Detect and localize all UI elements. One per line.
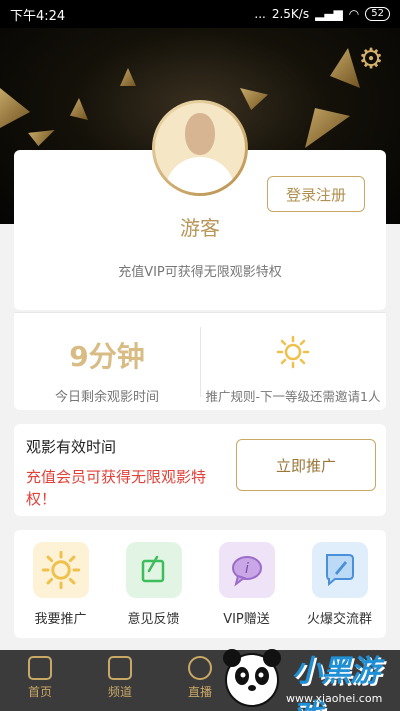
watermark: 小黑游戏 www.xiaohei.com [220, 640, 400, 711]
feature-group-chat[interactable]: 火爆交流群 [293, 542, 386, 627]
feature-feedback[interactable]: 意见反馈 [107, 542, 200, 627]
feature-promote[interactable]: 我要推广 [14, 542, 107, 627]
sun-icon [276, 335, 310, 369]
gold-shard [305, 108, 350, 148]
validity-title: 观影有效时间 [26, 438, 117, 456]
wifi-icon: ◠ [348, 7, 360, 21]
promo-rule-text: 推广规则-下一等级还需邀请1人 [205, 389, 381, 404]
gold-shard [240, 88, 268, 110]
edit-icon [125, 542, 182, 598]
remaining-time-block: 9分钟 今日剩余观影时间 [14, 313, 200, 411]
feature-label: 意见反馈 [127, 612, 180, 627]
avatar-image [155, 103, 245, 193]
tab-channels[interactable]: 频道 [85, 656, 155, 700]
username: 游客 [180, 216, 220, 240]
gold-shard [120, 68, 136, 86]
validity-card: 观影有效时间 充值会员可获得无限观影特权！ 立即推广 [14, 424, 386, 516]
status-indicators: ... 2.5K/s ▂▄▆ ◠ 52 [254, 7, 390, 21]
feature-label: VIP赠送 [223, 612, 270, 627]
status-time: 下午4:24 [10, 8, 66, 24]
remaining-minutes: 9分钟 [69, 340, 145, 373]
login-register-button[interactable]: 登录注册 [267, 176, 365, 212]
promo-rule-block[interactable]: 推广规则-下一等级还需邀请1人 [200, 313, 386, 411]
watermark-url: www.xiaohei.com [286, 692, 383, 705]
stats-card: 9分钟 今日剩余观影时间 推广规则-下一等级还需邀请1人 [14, 312, 386, 410]
tab-label: 频道 [107, 685, 132, 699]
tab-home[interactable]: 首页 [5, 656, 75, 700]
panda-logo [223, 649, 281, 707]
gear-icon[interactable]: ⚙ [356, 44, 386, 74]
avatar[interactable] [152, 100, 248, 196]
promote-now-button[interactable]: 立即推广 [236, 439, 376, 491]
feature-grid: 我要推广 意见反馈 i VIP赠送 火爆交流群 [14, 530, 386, 638]
avatar-head [185, 113, 215, 155]
avatar-body [165, 157, 235, 193]
status-dots: ... [254, 7, 266, 21]
network-speed: 2.5K/s [271, 7, 310, 21]
gold-shard [28, 124, 58, 148]
play-icon [108, 656, 132, 680]
vip-tip: 充值VIP可获得无限观影特权 [118, 265, 282, 280]
gold-shard [0, 88, 30, 128]
sun-icon [32, 542, 89, 598]
feature-label: 我要推广 [34, 612, 87, 627]
status-bar: 下午4:24 ... 2.5K/s ▂▄▆ ◠ 52 [0, 0, 400, 28]
tab-label: 首页 [27, 685, 52, 699]
gold-shard [70, 98, 88, 120]
home-icon [28, 656, 52, 680]
battery-icon: 52 [365, 7, 390, 21]
rocket-icon [311, 542, 368, 598]
svg-text:i: i [245, 561, 249, 577]
feature-vip-gift[interactable]: i VIP赠送 [200, 542, 293, 627]
compass-icon [188, 656, 212, 680]
feature-label: 火爆交流群 [306, 612, 372, 627]
chat-icon: i [218, 542, 275, 598]
validity-description: 充值会员可获得无限观影特权！ [26, 468, 207, 508]
remaining-minutes-label: 今日剩余观影时间 [54, 390, 159, 405]
signal-icon: ▂▄▆ [315, 7, 343, 21]
